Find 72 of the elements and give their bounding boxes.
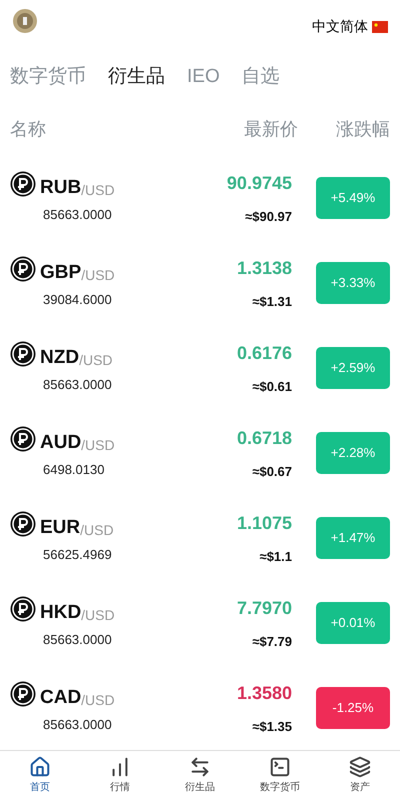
approx-price: ≈$0.67 <box>252 462 292 481</box>
change-badge: +5.49% <box>316 176 390 219</box>
pair-quote: /USD <box>81 438 115 452</box>
change-badge: +3.33% <box>316 262 390 304</box>
change-badge: +1.47% <box>316 516 390 559</box>
nav-item[interactable]: 首页 <box>0 751 80 800</box>
market-row[interactable]: CAD/USD 85663.0000 1.3580 ≈$1.35 -1.25% <box>0 665 400 750</box>
column-header: 涨跌幅 <box>335 118 390 142</box>
change-badge: +0.01% <box>316 602 390 644</box>
price-text: 0.6718 <box>236 426 292 450</box>
market-row[interactable]: AUD/USD 6498.0130 0.6718 ≈$0.67 +2.28% <box>0 410 400 496</box>
price-text: 0.6176 <box>236 342 292 365</box>
approx-price: ≈$1.31 <box>252 292 292 311</box>
pair-quote: /USD <box>81 608 115 622</box>
nav-icon <box>349 756 371 778</box>
coin-icon <box>10 596 36 622</box>
volume-text: 85663.0000 <box>42 716 113 734</box>
volume-text: 39084.6000 <box>42 291 113 310</box>
column-header: 名称 <box>10 118 47 142</box>
coin-icon <box>10 426 36 452</box>
price-text: 7.7970 <box>236 596 292 620</box>
nav-item[interactable]: 衍生品 <box>160 751 240 800</box>
volume-text: 85663.0000 <box>42 631 113 650</box>
column-header: 最新价 <box>243 118 298 142</box>
nav-icon <box>269 756 291 778</box>
price-text: 90.9745 <box>226 172 292 195</box>
coin-icon <box>10 341 36 368</box>
nav-item[interactable]: 资产 <box>320 751 400 800</box>
pair-symbol: EUR <box>40 518 80 538</box>
pair-symbol: GBP <box>40 263 82 282</box>
pair-symbol: HKD <box>40 603 82 622</box>
volume-text: 6498.0130 <box>42 461 106 480</box>
coin-icon <box>10 171 36 198</box>
pair-quote: /USD <box>81 183 115 198</box>
coin-icon <box>10 681 36 708</box>
market-row[interactable]: EUR/USD 56625.4969 1.1075 ≈$1.1 +1.47% <box>0 495 400 580</box>
pair-quote: /USD <box>80 523 114 538</box>
approx-price: ≈$0.61 <box>252 378 292 396</box>
approx-price: ≈$1.1 <box>260 548 292 566</box>
logo-icon <box>12 8 38 34</box>
pair-quote: /USD <box>79 353 113 368</box>
price-text: 1.3580 <box>236 682 292 705</box>
flag-icon <box>372 20 388 32</box>
category-tab[interactable]: 衍生品 <box>108 62 165 92</box>
approx-price: ≈$1.35 <box>252 718 292 736</box>
coin-icon <box>10 511 36 538</box>
volume-text: 85663.0000 <box>42 376 113 394</box>
nav-item[interactable]: 数字货币 <box>240 751 320 800</box>
pair-symbol: NZD <box>40 348 80 368</box>
volume-text: 56625.4969 <box>42 546 113 564</box>
market-row[interactable]: GBP/USD 39084.6000 1.3138 ≈$1.31 +3.33% <box>0 240 400 326</box>
market-row[interactable]: RUB/USD 85663.0000 90.9745 ≈$90.97 +5.49% <box>0 155 400 240</box>
approx-price: ≈$90.97 <box>245 208 292 226</box>
language-selector[interactable]: 中文简体 <box>312 16 368 37</box>
pair-symbol: RUB <box>40 178 82 198</box>
nav-icon <box>29 756 51 778</box>
pair-quote: /USD <box>81 693 115 708</box>
market-row[interactable]: NZD/USD 85663.0000 0.6176 ≈$0.61 +2.59% <box>0 325 400 410</box>
nav-item[interactable]: 行情 <box>80 751 160 800</box>
pair-quote: /USD <box>81 268 115 282</box>
change-badge: -1.25% <box>316 686 390 729</box>
coin-icon <box>10 256 36 282</box>
nav-icon <box>189 756 211 778</box>
pair-symbol: CAD <box>40 688 82 708</box>
volume-text: 85663.0000 <box>42 206 113 224</box>
change-badge: +2.59% <box>316 346 390 389</box>
pair-symbol: AUD <box>40 433 82 452</box>
approx-price: ≈$7.79 <box>252 632 292 651</box>
price-text: 1.3138 <box>236 256 292 280</box>
market-row[interactable]: HKD/USD 85663.0000 7.7970 ≈$7.79 +0.01% <box>0 580 400 666</box>
price-text: 1.1075 <box>236 512 292 535</box>
change-badge: +2.28% <box>316 432 390 474</box>
